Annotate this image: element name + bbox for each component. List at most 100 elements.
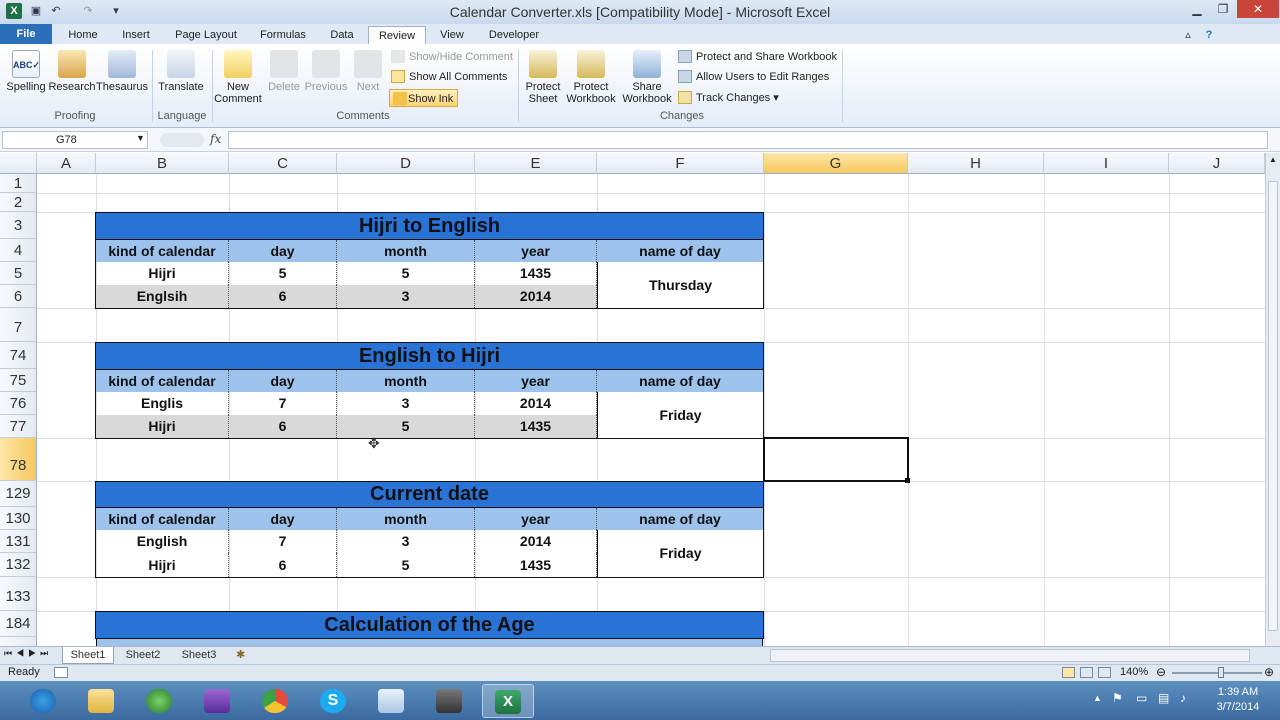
header-cell[interactable]: day (229, 370, 337, 392)
zoom-slider[interactable] (1172, 672, 1262, 674)
data-cell[interactable]: Englis (96, 392, 229, 415)
sheet-tab-3[interactable]: Sheet3 (174, 647, 224, 664)
share-workbook-button[interactable]: Share Workbook (620, 50, 674, 105)
column-header-a[interactable]: A (37, 153, 96, 174)
data-cell[interactable]: Hijri (96, 553, 229, 577)
scroll-thumb[interactable] (1268, 181, 1278, 631)
data-cell[interactable]: 6 (229, 285, 337, 308)
data-cell[interactable]: English (96, 530, 229, 553)
row-header[interactable]: 133 (0, 577, 37, 611)
app-taskbar-button[interactable] (424, 684, 476, 718)
column-header-b[interactable]: B (96, 153, 229, 174)
section-title[interactable]: English to Hijri (95, 342, 764, 370)
data-cell[interactable]: 5 (229, 262, 337, 285)
data-cell[interactable]: 3 (337, 392, 475, 415)
row-header[interactable]: 132 (0, 553, 37, 577)
scroll-up-icon[interactable]: ▲ (1268, 155, 1278, 167)
data-cell[interactable]: 2014 (475, 530, 597, 553)
row-header[interactable]: 4 (0, 239, 37, 262)
row-header-selected[interactable]: 78 (0, 438, 37, 481)
tab-insert[interactable]: Insert (112, 26, 160, 44)
help-icon[interactable]: ? (1200, 26, 1218, 44)
page-layout-view-icon[interactable] (1080, 667, 1093, 678)
protect-sheet-button[interactable]: Protect Sheet (521, 50, 565, 105)
section-title[interactable]: Calculation of the Age (95, 611, 764, 639)
data-cell[interactable]: 1435 (475, 553, 597, 577)
show-hidden-icons-icon[interactable]: ▲ (1093, 693, 1102, 703)
delete-comment-button[interactable]: Delete (264, 50, 304, 93)
next-comment-button[interactable]: Next (350, 50, 386, 93)
header-cell[interactable]: month (337, 370, 475, 392)
column-header-h[interactable]: H (908, 153, 1044, 174)
row-header[interactable]: 5 (0, 262, 37, 285)
tab-view[interactable]: View (432, 26, 472, 44)
data-cell[interactable]: 5 (337, 553, 475, 577)
thesaurus-button[interactable]: Thesaurus (96, 50, 148, 93)
header-cell[interactable]: name of day (597, 370, 763, 392)
close-button[interactable]: ✕ (1237, 0, 1279, 18)
data-cell[interactable]: Englsih (96, 285, 229, 308)
column-header-i[interactable]: I (1044, 153, 1169, 174)
data-cell[interactable]: Hijri (96, 262, 229, 285)
network-icon[interactable]: ▤ (1158, 691, 1169, 705)
worksheet-grid[interactable]: A B C D E F G H I J 1 2 3 4 5 6 7 74 75 … (0, 153, 1265, 647)
data-cell[interactable]: 5 (337, 415, 475, 438)
tab-file[interactable]: File (0, 24, 52, 44)
row-header[interactable]: 76 (0, 392, 37, 415)
tab-home[interactable]: Home (60, 26, 106, 44)
data-cell[interactable]: 1435 (475, 415, 597, 438)
day-name-cell[interactable]: Friday (597, 530, 763, 577)
skype-taskbar-button[interactable]: S (308, 684, 360, 718)
row-header[interactable]: 3 (0, 212, 37, 239)
show-hide-comment-button[interactable]: Show/Hide Comment (391, 48, 513, 66)
notes-taskbar-button[interactable] (366, 684, 418, 718)
day-name-cell[interactable]: Thursday (597, 262, 763, 308)
formula-input[interactable] (228, 131, 1268, 149)
section-title[interactable]: Hijri to English (95, 212, 764, 240)
zoom-level[interactable]: 140% (1120, 666, 1148, 678)
insert-function-icon[interactable]: fx (210, 132, 221, 146)
display-icon[interactable]: ▭ (1136, 691, 1147, 705)
collapse-ribbon-icon[interactable]: ▵ (1180, 26, 1196, 44)
visual-studio-taskbar-button[interactable] (192, 684, 244, 718)
column-header-c[interactable]: C (229, 153, 337, 174)
header-cell[interactable]: kind of calendar (96, 370, 229, 392)
tab-data[interactable]: Data (322, 26, 362, 44)
previous-comment-button[interactable]: Previous (304, 50, 348, 93)
header-cell[interactable]: month (337, 508, 475, 530)
minimize-button[interactable]: ▁ (1184, 0, 1210, 18)
row-header[interactable]: 75 (0, 369, 37, 392)
row-header[interactable]: 131 (0, 530, 37, 553)
tab-formulas[interactable]: Formulas (252, 26, 314, 44)
tab-developer[interactable]: Developer (480, 26, 548, 44)
protect-share-workbook-button[interactable]: Protect and Share Workbook (678, 48, 837, 66)
volume-icon[interactable]: ♪ (1180, 691, 1186, 705)
name-box-dropdown-icon[interactable]: ▼ (136, 133, 145, 143)
show-ink-button[interactable]: Show Ink (389, 89, 459, 107)
header-cell[interactable]: year (475, 370, 597, 392)
ie-taskbar-button[interactable] (18, 684, 70, 718)
excel-taskbar-button[interactable]: X (482, 684, 534, 718)
restore-button[interactable]: ❐ (1210, 0, 1236, 18)
data-cell[interactable]: 5 (337, 262, 475, 285)
sheet-tab-2[interactable]: Sheet2 (118, 647, 168, 664)
data-cell[interactable]: Hijri (96, 415, 229, 438)
tab-review[interactable]: Review (368, 26, 426, 45)
data-cell[interactable]: 3 (337, 530, 475, 553)
section-title[interactable]: Current date (95, 481, 764, 508)
network-taskbar-button[interactable] (134, 684, 186, 718)
spelling-button[interactable]: ABC✓ Spelling (4, 50, 48, 93)
new-comment-button[interactable]: New Comment (214, 50, 262, 105)
macro-record-icon[interactable] (54, 667, 68, 678)
column-header-g[interactable]: G (764, 153, 908, 174)
row-header[interactable]: 129 (0, 481, 37, 507)
data-cell[interactable]: 7 (229, 530, 337, 553)
header-cell[interactable]: name of day (597, 240, 763, 262)
select-all-corner[interactable] (0, 153, 37, 174)
show-all-comments-button[interactable]: Show All Comments (391, 68, 507, 86)
name-box[interactable]: G78 (2, 131, 148, 149)
header-cell[interactable]: year (475, 508, 597, 530)
protect-workbook-button[interactable]: Protect Workbook (565, 50, 617, 105)
zoom-in-icon[interactable]: ⊕ (1264, 665, 1274, 679)
header-cell[interactable]: day (229, 240, 337, 262)
